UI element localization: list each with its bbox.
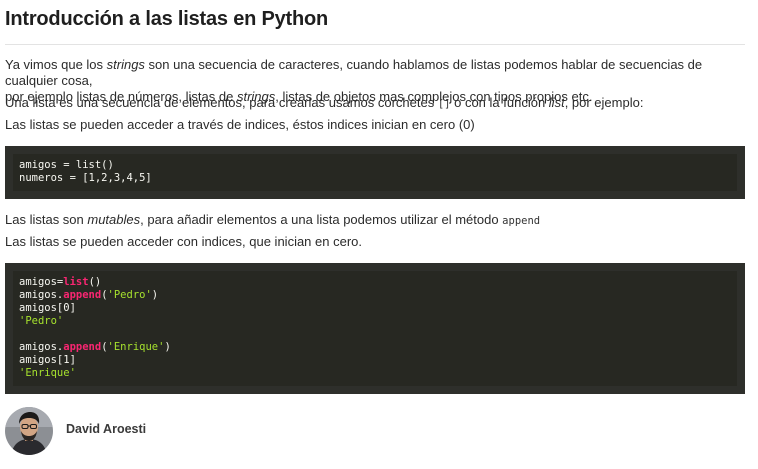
definition-text-b: o con la función	[450, 95, 549, 110]
code-token: )	[164, 341, 171, 353]
code-block-2-inner: amigos=list() amigos.append('Pedro') ami…	[13, 271, 737, 386]
avatar[interactable]	[5, 407, 53, 455]
code-line: 'Enrique'	[19, 367, 76, 380]
title-divider	[5, 44, 745, 45]
indices-paragraph: Las listas se pueden acceder con indices…	[5, 234, 362, 249]
page-title: Introducción a las listas en Python	[5, 8, 329, 30]
brackets-inline-code: []	[437, 98, 451, 110]
code-string: 'Pedro'	[19, 315, 64, 327]
code-token: ()	[88, 276, 102, 288]
append-inline-code: append	[502, 215, 541, 227]
code-line: amigos = list()	[19, 159, 114, 171]
author-card[interactable]: David Aroesti	[5, 407, 305, 455]
code-line: amigos.append('Enrique')	[19, 341, 171, 354]
code-keyword: list	[63, 276, 89, 288]
code-line: 'Pedro'	[19, 315, 63, 328]
code-token: )	[151, 289, 159, 301]
mutables-text-b: , para añadir elementos a una lista pode…	[140, 212, 503, 227]
mutables-text-a: Las listas son	[5, 212, 88, 227]
avatar-photo	[5, 407, 53, 455]
definition-text-c: , por ejemplo:	[564, 95, 644, 110]
code-block-1: amigos = list() numeros = [1,2,3,4,5]	[5, 146, 745, 199]
code-string: 'Enrique'	[107, 341, 165, 353]
code-keyword: append	[63, 341, 102, 353]
code-line: numeros = [1,2,3,4,5]	[19, 172, 152, 184]
mutables-paragraph: Las listas son mutables, para añadir ele…	[5, 212, 745, 229]
list-function-emphasis: list	[548, 95, 565, 110]
list-definition-paragraph: Una lista es una secuencia de elementos,…	[5, 95, 745, 112]
code-token: amigos.	[19, 341, 64, 353]
code-line: amigos[1]	[19, 354, 76, 366]
code-string: 'Enrique'	[19, 367, 76, 379]
code-token: amigos=	[19, 276, 64, 288]
code-token: amigos.	[19, 289, 64, 301]
code-line: amigos[0]	[19, 302, 76, 314]
mutables-emphasis: mutables	[87, 212, 141, 227]
author-name[interactable]: David Aroesti	[66, 422, 146, 436]
code-block-1-inner: amigos = list() numeros = [1,2,3,4,5]	[13, 154, 737, 191]
code-block-2: amigos=list() amigos.append('Pedro') ami…	[5, 263, 745, 394]
definition-text-a: Una lista es una secuencia de elementos,…	[5, 95, 438, 110]
intro-text-1a: Ya vimos que los	[5, 57, 107, 72]
code-string: 'Pedro'	[107, 289, 152, 301]
code-line: amigos.append('Pedro')	[19, 289, 158, 302]
code-line: amigos=list()	[19, 276, 101, 289]
intro-emphasis-1: strings	[106, 57, 145, 72]
index-paragraph: Las listas se pueden acceder a través de…	[5, 117, 475, 132]
code-keyword: append	[63, 289, 102, 301]
